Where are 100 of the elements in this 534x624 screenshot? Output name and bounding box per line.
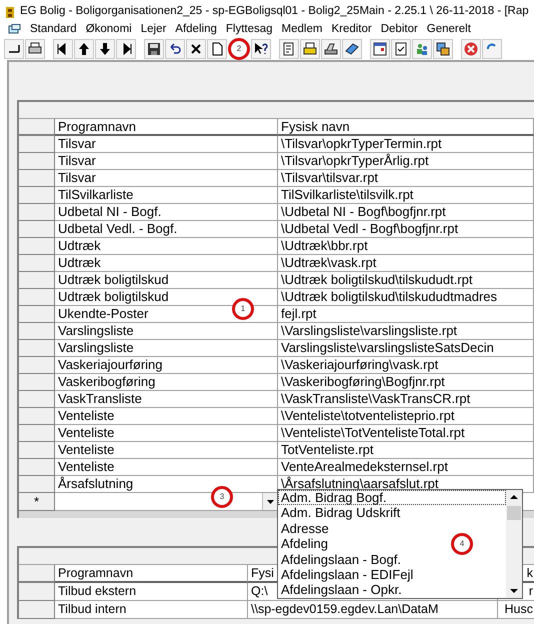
dropdown-option[interactable]: Afdelingslaan - EDIFejl (278, 567, 416, 582)
row-header-cell[interactable] (19, 459, 55, 476)
row-header-cell[interactable] (19, 323, 55, 340)
table-cell: \Udbetal Vedl - Bogf\bogfjnr.rpt (278, 221, 534, 238)
row-header-cell[interactable] (19, 187, 55, 204)
menu-item[interactable]: Debitor (380, 20, 418, 38)
dropdown-option[interactable]: Afdelingslaan - Bogf. (278, 552, 404, 568)
table-cell: VenteArealmedeksternsel.rpt (278, 459, 534, 476)
help-pointer-icon[interactable] (251, 39, 271, 59)
first-record-icon[interactable] (53, 39, 73, 59)
refresh-icon[interactable] (482, 39, 502, 59)
table-cell: fejl.rpt (278, 306, 534, 323)
row-header-cell[interactable] (19, 136, 55, 153)
app-icon (5, 6, 15, 18)
scrollbar[interactable] (506, 490, 522, 598)
people-icon[interactable] (412, 39, 432, 59)
table-cell: Tilsvar (55, 170, 278, 187)
dropdown-button[interactable] (262, 493, 277, 510)
calendar-icon[interactable] (370, 39, 390, 59)
table-cell: Venteliste (55, 442, 278, 459)
column-header[interactable]: Programnavn (55, 565, 248, 583)
table-cell: Tilbud ekstern (55, 583, 248, 601)
row-header-cell[interactable] (19, 306, 55, 323)
row-header-cell[interactable] (19, 442, 55, 459)
row-header-cell[interactable] (19, 391, 55, 408)
table-cell: \Vaskeriajourføring\vask.rpt (278, 357, 534, 374)
scanner-icon[interactable] (321, 39, 341, 59)
row-header-cell[interactable] (19, 425, 55, 442)
row-header-cell[interactable] (19, 221, 55, 238)
menu-item[interactable]: Medlem (282, 20, 322, 38)
table-cell: TilSvilkarliste (55, 187, 278, 204)
row-header-cell[interactable] (19, 289, 55, 306)
dropdown-option[interactable]: Afdeling (278, 536, 331, 552)
table-cell: Udbetal Vedl. - Bogf. (55, 221, 278, 238)
table-cell: Tilbud intern (55, 601, 248, 619)
row-header-cell[interactable] (19, 170, 55, 187)
restore-icon[interactable] (4, 39, 24, 59)
row-header-cell[interactable] (19, 374, 55, 391)
table-cell: Udbetal NI - Bogf. (55, 204, 278, 221)
table-cell: Varslingsliste (55, 323, 278, 340)
menu-item[interactable]: Lejer (140, 20, 166, 38)
table-cell: Venteliste (55, 408, 278, 425)
report-printer-icon[interactable] (300, 39, 320, 59)
menu-item[interactable]: Økonomi (86, 20, 132, 38)
table-cell: \Tilsvar\opkrTyperÅrlig.rpt (278, 153, 534, 170)
dropdown-option[interactable]: Afdelingslaan - Opkr. (278, 582, 405, 598)
row-header-cell[interactable] (19, 204, 55, 221)
new-document-icon[interactable] (207, 39, 227, 59)
delete-icon[interactable] (186, 39, 206, 59)
printer-icon[interactable] (25, 39, 45, 59)
table-cell: Varslingsliste\varslingslisteSatsDecin (278, 340, 534, 357)
row-header-cell[interactable] (19, 272, 55, 289)
table-cell: VaskTransliste (55, 391, 278, 408)
table-cell: TilSvilkarliste\tilsvilk.rpt (278, 187, 534, 204)
row-header-cell[interactable] (19, 238, 55, 255)
row-header-cell[interactable] (19, 476, 55, 493)
table-cell: \Tilsvar\opkrTyperTermin.rpt (278, 136, 534, 153)
menu-item[interactable]: Afdeling (175, 20, 217, 38)
table-cell: \Varslingsliste\varslingsliste.rpt (278, 323, 534, 340)
window-title: EG Bolig - Boligorganisationen2_25 - sp-EGBoligsql01 - Bolig2_25Main - 2.25.1 \ 26-11-2018 - [Rap (20, 4, 529, 20)
row-header-cell[interactable] (19, 583, 55, 601)
table-cell: Tilsvar (55, 136, 278, 153)
menu-app-icon[interactable] (8, 24, 21, 35)
checklist-icon[interactable] (391, 39, 411, 59)
menu-item[interactable]: Flyttesag (226, 20, 273, 38)
column-header[interactable]: Fysisk navn (278, 119, 534, 136)
table-cell: \Udtræk boligtilskud\tilskududt.rpt (278, 272, 534, 289)
row-header-cell[interactable] (19, 357, 55, 374)
table-cell: Udtræk (55, 238, 278, 255)
row-header-cell[interactable] (19, 255, 55, 272)
form-icon[interactable] (279, 39, 299, 59)
table-cell: Udtræk (55, 255, 278, 272)
last-record-icon[interactable] (116, 39, 136, 59)
dropdown-option[interactable]: Adm. Bidrag Udskrift (278, 505, 404, 521)
scroll-thumb[interactable] (507, 506, 521, 520)
menu-item[interactable]: Standard (30, 20, 77, 38)
undo-icon[interactable] (165, 39, 185, 59)
table-cell: TotVenteliste.rpt (278, 442, 534, 459)
table-cell: Vaskeribogføring (55, 374, 278, 391)
row-header-cell[interactable] (19, 340, 55, 357)
close-icon[interactable] (461, 39, 481, 59)
row-header-cell[interactable] (19, 601, 55, 619)
column-header[interactable]: Programnavn (55, 119, 278, 136)
menu-item[interactable]: Generelt (426, 20, 471, 38)
table-cell: \Udtræk\vask.rpt (278, 255, 534, 272)
table-cell: \Tilsvar\tilsvar.rpt (278, 170, 534, 187)
new-row-marker: * (19, 493, 55, 511)
table-cell: Varslingsliste (55, 340, 278, 357)
row-header-cell[interactable] (19, 153, 55, 170)
table-cell: \Venteliste\TotVentelisteTotal.rpt (278, 425, 534, 442)
dropdown-option[interactable]: Adresse (278, 520, 332, 536)
row-header-cell[interactable] (19, 408, 55, 425)
menu-item[interactable]: Kreditor (331, 20, 372, 38)
table-cell: Tilsvar (55, 153, 278, 170)
callout-marker: 2 (228, 38, 250, 60)
save-icon[interactable] (144, 39, 164, 59)
windows-icon[interactable] (433, 39, 453, 59)
table-cell: Venteliste (55, 425, 278, 442)
dropdown-option[interactable]: Adm. Bidrag Bogf. (278, 490, 506, 506)
table-cell: Venteliste (55, 459, 278, 476)
